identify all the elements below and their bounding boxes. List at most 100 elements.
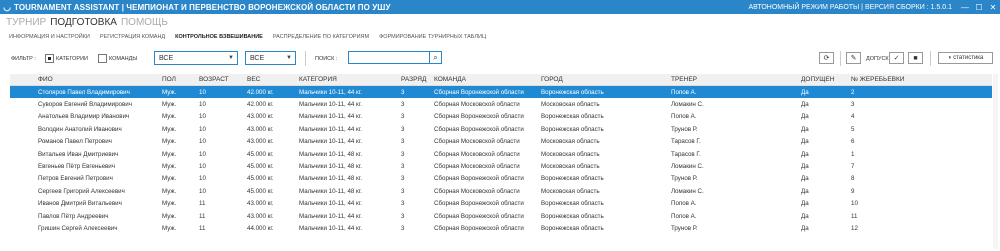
nav-preparation[interactable]: ПОДГОТОВКА xyxy=(50,17,117,28)
table-row[interactable]: Анатольев Владимир Иванович Муж. 10 43.000 … xyxy=(10,111,992,123)
table-cell: Петров Евгений Петрович xyxy=(38,175,113,183)
table-cell: Иванов Дмитрий Витальевич xyxy=(38,200,122,208)
table-cell: 9 xyxy=(851,187,855,195)
statistics-button[interactable]: ◑ статистика xyxy=(938,52,993,64)
table-cell: 10 xyxy=(199,187,206,195)
column-header[interactable]: ПОЛ xyxy=(162,74,199,85)
table-row[interactable]: Петров Евгений Петрович Муж. 10 45.000 кг. М… xyxy=(10,173,992,185)
table-cell: 45.000 кг. xyxy=(247,150,274,158)
table-row[interactable]: Павлов Пётр Андреевич Муж. 11 43.000 кг. Мал… xyxy=(10,210,992,222)
table-cell: Да xyxy=(801,163,809,171)
table-cell: Московская область xyxy=(541,138,600,146)
table-cell: Да xyxy=(801,200,809,208)
table-cell: Муж. xyxy=(162,101,177,109)
table-row[interactable]: Сергеев Григорий Алексеевич Муж. 10 45.000 … xyxy=(10,185,992,197)
column-header[interactable]: ВЕС xyxy=(247,74,299,85)
table-cell: Трунов Р. xyxy=(671,224,698,232)
table-cell: Московская область xyxy=(541,187,600,195)
table-cell: Муж. xyxy=(162,163,177,171)
subnav-weigh-in[interactable]: КОНТРОЛЬНОЕ ВЗВЕШИВАНИЕ xyxy=(175,34,263,40)
table-row[interactable]: Иванов Дмитрий Витальевич Муж. 11 43.000 кг… xyxy=(10,198,992,210)
table-cell: 43.000 кг. xyxy=(247,113,274,121)
team-select-value: ВСЕ xyxy=(250,55,265,62)
table-cell: 10 xyxy=(199,88,206,96)
table-cell: Ломакин С. xyxy=(671,187,704,195)
category-select[interactable]: ВСЕ ▼ xyxy=(154,51,238,65)
table-row[interactable]: Романов Павел Петрович Муж. 10 43.000 кг. Ма… xyxy=(10,136,992,148)
table-row[interactable]: Гришин Сергей Алексеевич Муж. 11 44.000 кг.… xyxy=(10,222,992,234)
column-header[interactable]: № ЖЕРЕБЬЕВКИ xyxy=(851,74,921,85)
column-header[interactable]: ФИО xyxy=(38,74,162,85)
table-cell: Муж. xyxy=(162,187,177,195)
table-cell: 8 xyxy=(851,175,855,183)
vertical-scrollbar[interactable] xyxy=(993,74,998,249)
table-cell: Сборная Московской области xyxy=(434,163,520,171)
column-header[interactable]: ВОЗРАСТ xyxy=(199,74,247,85)
window-title: TOURNAMENT ASSISTANT | ЧЕМПИОНАТ И ПЕРВЕ… xyxy=(14,2,391,12)
refresh-button[interactable]: ⟳ xyxy=(819,52,834,64)
team-select[interactable]: ВСЕ ▼ xyxy=(245,51,296,65)
radio-teams[interactable] xyxy=(98,54,107,63)
table-cell: Мальчики 10-11, 44 кг. xyxy=(299,113,362,121)
close-button[interactable]: ✕ xyxy=(986,3,1000,12)
table-cell: Павлов Пётр Андреевич xyxy=(38,212,109,220)
table-cell: 10 xyxy=(199,138,206,146)
table-row[interactable]: Володин Анатолий Иванович Муж. 10 43.000 кг… xyxy=(10,123,992,135)
table-cell: Сборная Воронежской области xyxy=(434,175,524,183)
table-cell: 10 xyxy=(199,163,206,171)
table-cell: Тарасов Г. xyxy=(671,150,701,158)
search-input[interactable] xyxy=(348,51,430,64)
column-header[interactable]: ГОРОД xyxy=(541,74,671,85)
pen-icon: ✎ xyxy=(850,55,857,62)
subnav-tournament-tables[interactable]: ФОРМИРОВАНИЕ ТУРНИРНЫХ ТАБЛИЦ xyxy=(379,34,486,40)
table-row[interactable]: Столяров Павел Владимирович Муж. 10 42.000 … xyxy=(10,86,992,99)
column-header[interactable]: КОМАНДА xyxy=(434,74,541,85)
table-cell: Попов А. xyxy=(671,200,697,208)
table-cell: Сборная Воронежской области xyxy=(434,212,524,220)
app-logo-icon: ◡ xyxy=(3,1,11,12)
table-cell: Да xyxy=(801,88,809,96)
subnav-category-distribution[interactable]: РАСПРЕДЕЛЕНИЕ ПО КАТЕГОРИЯМ xyxy=(273,34,369,40)
subnav-info-settings[interactable]: ИНФОРМАЦИЯ И НАСТРОЙКИ xyxy=(9,34,90,40)
minimize-button[interactable]: — xyxy=(958,3,972,12)
table-cell: Евгеньев Пётр Евгеньевич xyxy=(38,163,115,171)
table-cell: 11 xyxy=(199,200,206,208)
sub-nav: ИНФОРМАЦИЯ И НАСТРОЙКИ РЕГИСТРАЦИЯ КОМАН… xyxy=(9,34,496,40)
search-icon[interactable]: ⌕ xyxy=(430,51,442,64)
table-row[interactable]: Евгеньев Пётр Евгеньевич Муж. 10 45.000 кг.… xyxy=(10,160,992,172)
radio-categories[interactable] xyxy=(45,54,54,63)
table-cell: Мальчики 10-11, 48 кг. xyxy=(299,163,362,171)
column-header[interactable]: РАЗРЯД xyxy=(401,74,434,85)
table-body: Столяров Павел Владимирович Муж. 10 42.000 … xyxy=(10,86,992,235)
table-cell: Воронежская область xyxy=(541,113,604,121)
table-cell: 3 xyxy=(401,224,405,232)
table-cell: Сергеев Григорий Алексеевич xyxy=(38,187,125,195)
table-row[interactable]: Суворов Евгений Владимирович Муж. 10 42.000… xyxy=(10,98,992,110)
table-cell: 43.000 кг. xyxy=(247,212,274,220)
main-nav: ТУРНИР ПОДГОТОВКА ПОМОЩЬ xyxy=(6,17,168,28)
table-cell: 3 xyxy=(401,138,405,146)
subnav-team-registration[interactable]: РЕГИСТРАЦИЯ КОМАНД xyxy=(100,34,165,40)
table-cell: 10 xyxy=(199,150,206,158)
table-cell: Московская область xyxy=(541,150,600,158)
radio-teams-label: КОМАНДЫ xyxy=(109,56,138,62)
column-header[interactable]: ДОПУЩЕН xyxy=(801,74,851,85)
table-cell: 7 xyxy=(851,163,855,171)
maximize-button[interactable]: ☐ xyxy=(972,3,986,12)
table-row[interactable]: Витальев Иван Дмитриевич Муж. 10 45.000 кг.… xyxy=(10,148,992,160)
table-cell: Суворов Евгений Владимирович xyxy=(38,101,132,109)
table-cell: 45.000 кг. xyxy=(247,175,274,183)
table-cell: 3 xyxy=(401,163,405,171)
admit-button[interactable]: ✓ xyxy=(889,52,904,64)
table-cell: 3 xyxy=(401,101,405,109)
table-cell: Витальев Иван Дмитриевич xyxy=(38,150,119,158)
table-cell: 42.000 кг. xyxy=(247,88,274,96)
table-cell: 3 xyxy=(401,150,405,158)
nav-tournament[interactable]: ТУРНИР xyxy=(6,17,46,28)
reject-button[interactable]: ■ xyxy=(908,52,923,64)
column-header[interactable]: ТРЕНЕР xyxy=(671,74,801,85)
table-cell: 45.000 кг. xyxy=(247,187,274,195)
column-header[interactable]: КАТЕГОРИЯ xyxy=(299,74,401,85)
nav-help[interactable]: ПОМОЩЬ xyxy=(121,17,168,28)
weigh-button[interactable]: ✎ xyxy=(846,52,861,64)
